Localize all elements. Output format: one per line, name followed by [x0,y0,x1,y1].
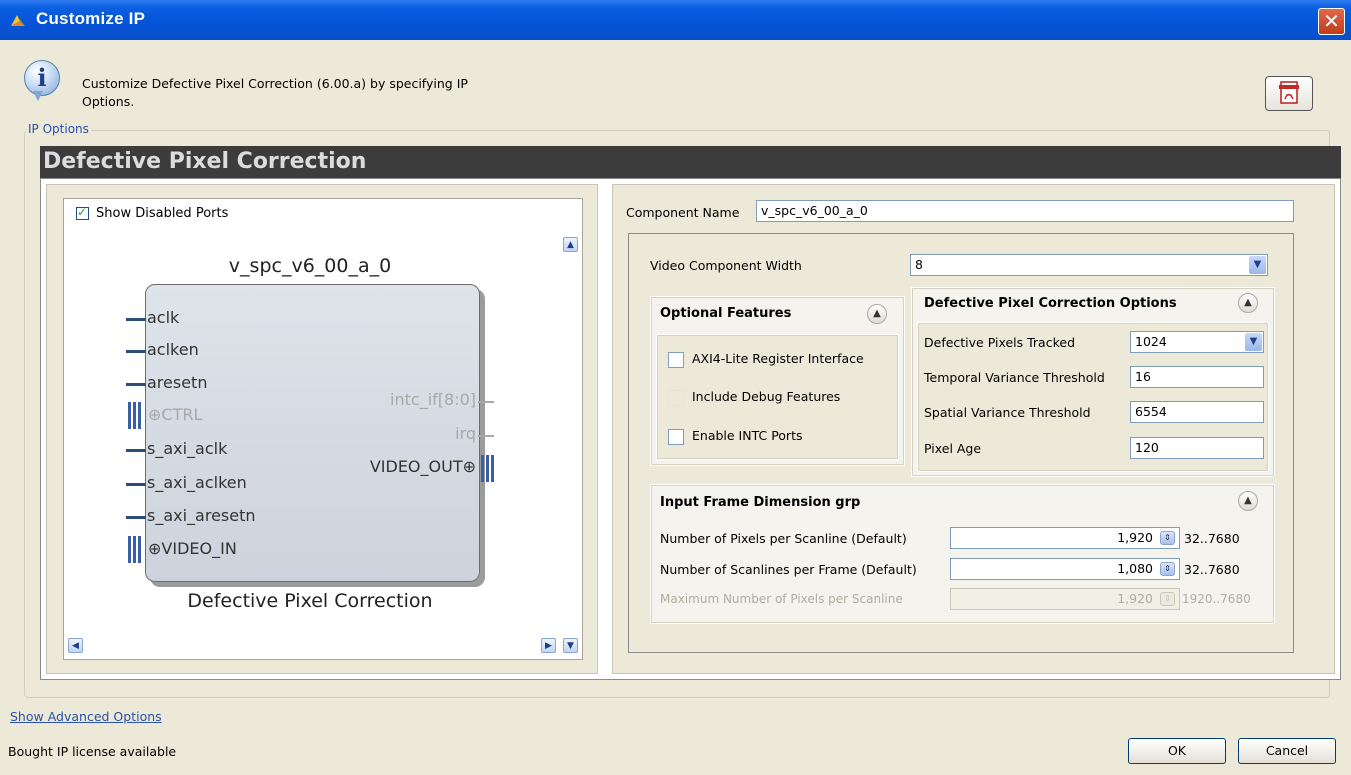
debug-features-checkbox[interactable] [668,390,684,406]
port-pin [126,318,146,321]
port-video-out: VIDEO_OUT⊕ [369,457,476,476]
pixels-tracked-select[interactable]: 1024 ▼ [1130,331,1264,353]
symbol-footer-name: Defective Pixel Correction [187,590,433,612]
port-pin [126,350,146,353]
bus-pin-video-in [128,536,141,563]
app-icon [11,15,25,26]
port-aclk: aclk [147,308,180,327]
spinner-icon[interactable]: ⇕ [1160,562,1175,576]
port-pin [126,383,146,386]
intc-ports-checkbox[interactable] [668,429,684,445]
show-advanced-options-link[interactable]: Show Advanced Options [10,709,162,724]
cancel-button[interactable]: Cancel [1238,738,1336,764]
max-pixels-input: 1,920 ⇕ [950,588,1180,610]
port-pin [126,516,146,519]
max-pixels-value: 1,920 [1117,591,1153,606]
scanlines-per-frame-value: 1,080 [1117,561,1153,576]
chevron-down-icon: ▼ [1245,333,1262,351]
video-width-label: Video Component Width [650,258,802,273]
symbol-instance-name: v_spc_v6_00_a_0 [228,255,392,277]
port-s-axi-aclken: s_axi_aclken [147,473,247,492]
show-disabled-ports-label: Show Disabled Ports [96,206,229,221]
video-width-value: 8 [915,257,923,272]
close-icon: ✕ [1323,9,1340,33]
scroll-down-button[interactable]: ▼ [563,638,578,653]
temporal-threshold-label: Temporal Variance Threshold [924,370,1105,385]
pixels-tracked-label: Defective Pixels Tracked [924,335,1076,350]
scroll-left-button[interactable]: ◀ [68,638,83,653]
frame-dimension-title: Input Frame Dimension grp [660,495,861,510]
port-video-in: ⊕VIDEO_IN [148,539,237,558]
ip-banner-title: Defective Pixel Correction [40,146,1341,178]
pixels-per-scanline-value: 1,920 [1117,530,1153,545]
component-name-input[interactable]: v_spc_v6_00_a_0 [756,200,1294,222]
video-width-select[interactable]: 8 ▼ [910,254,1268,276]
ip-options-label: IP Options [26,122,91,136]
pdf-documentation-button[interactable] [1265,76,1313,111]
ok-button[interactable]: OK [1128,738,1226,764]
bus-pin-ctrl [128,402,141,429]
pixel-age-input[interactable]: 120 [1130,437,1264,459]
close-button[interactable]: ✕ [1318,8,1345,35]
info-icon: i [24,60,60,101]
axi4-lite-checkbox[interactable] [668,352,684,368]
port-pin [126,449,146,452]
port-s-axi-aclk: s_axi_aclk [147,439,228,458]
component-name-label: Component Name [626,205,740,220]
license-status: Bought IP license available [8,744,177,759]
chevron-down-icon: ▼ [1249,256,1266,274]
max-pixels-label: Maximum Number of Pixels per Scanline [660,592,903,606]
port-ctrl-label: CTRL [161,405,203,424]
pixels-per-scanline-label: Number of Pixels per Scanline (Default) [660,531,907,546]
temporal-threshold-input[interactable]: 16 [1130,366,1264,388]
port-irq: irq [455,424,476,443]
port-s-axi-aresetn: s_axi_aresetn [147,506,256,525]
port-video-in-label: VIDEO_IN [161,539,237,558]
port-intc-if: intc_if[8:0] [390,390,476,409]
show-disabled-ports-checkbox[interactable] [76,205,89,220]
header-description: Customize Defective Pixel Correction (6.… [82,76,468,109]
spatial-threshold-label: Spatial Variance Threshold [924,405,1091,420]
optional-features-title: Optional Features [660,306,792,321]
bus-pin-video-out [481,455,494,482]
port-aresetn: aresetn [147,373,208,392]
scanlines-per-frame-input[interactable]: 1,080 ⇕ [950,558,1180,580]
max-pixels-range: 1920..7680 [1182,592,1251,606]
pdf-icon [1279,81,1299,104]
port-ctrl: ⊕CTRL [148,405,203,424]
scanlines-per-frame-label: Number of Scanlines per Frame (Default) [660,562,917,577]
spinner-icon: ⇕ [1160,592,1175,606]
pixels-per-scanline-range: 32..7680 [1184,531,1240,546]
window-title: Customize IP [36,9,146,28]
port-pin [478,435,494,437]
spinner-icon[interactable]: ⇕ [1160,531,1175,545]
port-pin [126,483,146,486]
spatial-threshold-input[interactable]: 6554 [1130,401,1264,423]
port-aclken: aclken [147,340,199,359]
scroll-right-button[interactable]: ▶ [541,638,556,653]
axi4-lite-label: AXI4-Lite Register Interface [692,351,864,366]
scroll-up-button[interactable]: ▲ [563,237,578,252]
port-pin [478,401,494,403]
debug-features-label: Include Debug Features [692,389,841,404]
title-bar: Customize IP ✕ [0,0,1351,40]
scanlines-per-frame-range: 32..7680 [1184,562,1240,577]
collapse-icon[interactable]: ▲ [1238,293,1258,313]
intc-ports-label: Enable INTC Ports [692,428,803,443]
pixel-age-label: Pixel Age [924,441,982,456]
pixels-tracked-value: 1024 [1135,334,1167,349]
pixels-per-scanline-input[interactable]: 1,920 ⇕ [950,527,1180,549]
port-video-out-label: VIDEO_OUT [369,457,463,476]
dpc-options-title: Defective Pixel Correction Options [924,296,1177,311]
collapse-icon[interactable]: ▲ [1238,491,1258,511]
collapse-icon[interactable]: ▲ [867,304,887,324]
